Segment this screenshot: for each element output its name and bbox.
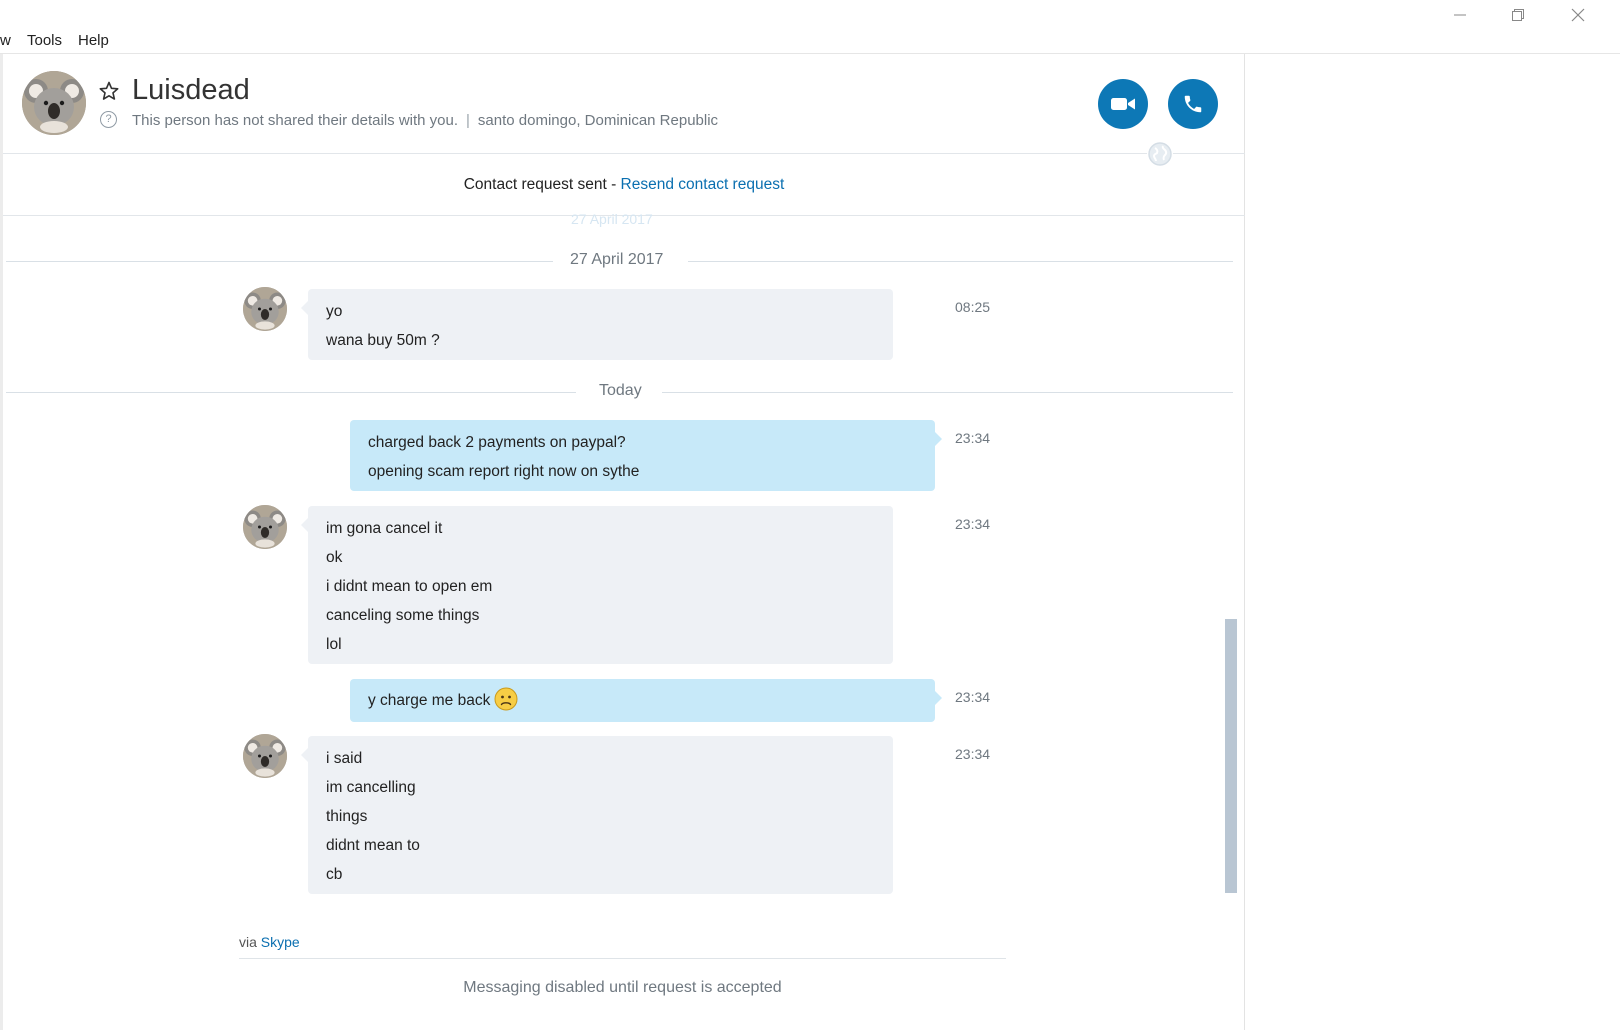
message-line: cb	[326, 866, 343, 883]
via-skype: via Skype	[239, 934, 300, 950]
date-label: Today	[599, 382, 642, 399]
message-line: i said	[326, 750, 363, 767]
footer-divider	[239, 958, 1006, 959]
contact-name: Luisdead	[132, 74, 250, 106]
message-line: wana buy 50m ?	[326, 332, 440, 349]
message-bubble-outgoing[interactable]: y charge me back	[350, 679, 942, 722]
message-line: didnt mean to	[326, 837, 420, 854]
close-icon	[1571, 8, 1585, 22]
message-line: things	[326, 808, 368, 825]
separator: |	[466, 112, 470, 129]
right-panel	[1246, 54, 1620, 1030]
sender-avatar[interactable]	[243, 734, 287, 778]
close-button[interactable]	[1550, 0, 1606, 30]
resend-request-link[interactable]: Resend contact request	[621, 176, 785, 193]
minimize-button[interactable]	[1432, 0, 1488, 30]
message-time: 23:34	[955, 516, 991, 532]
menu-item-help[interactable]: Help	[78, 32, 109, 49]
restore-button[interactable]	[1490, 0, 1546, 30]
location-text: santo domingo, Dominican Republic	[477, 112, 719, 129]
menu-item-view[interactable]: w	[0, 32, 11, 49]
sad-face-emoji-icon	[494, 687, 518, 711]
skype-link[interactable]: Skype	[261, 934, 300, 950]
message-time: 23:34	[955, 430, 991, 446]
video-camera-icon	[1111, 98, 1135, 110]
message-line: canceling some things	[326, 607, 480, 624]
message-bubble-incoming[interactable]: i said im cancelling things didnt mean t…	[301, 736, 893, 894]
request-sent-text: Contact request sent -	[463, 176, 617, 193]
message-line: im gona cancel it	[326, 520, 443, 537]
scrollbar-thumb[interactable]	[1225, 619, 1237, 893]
video-call-button[interactable]	[1098, 79, 1148, 129]
conversation-header: Luisdead ? This person has not shared th…	[3, 54, 1245, 167]
sender-avatar[interactable]	[243, 287, 287, 331]
message-bubble-incoming[interactable]: yo wana buy 50m ?	[301, 289, 893, 360]
message-line: y charge me back	[368, 687, 917, 714]
via-prefix: via	[239, 934, 257, 950]
message-line: im cancelling	[326, 779, 416, 796]
date-label: 27 April 2017	[570, 251, 664, 268]
contact-request-bar: Contact request sent - Resend contact re…	[3, 154, 1245, 216]
phone-icon	[1184, 95, 1202, 113]
menu-bar: w Tools Help	[0, 0, 1620, 54]
audio-call-button[interactable]	[1168, 79, 1218, 129]
details-text: This person has not shared their details…	[132, 112, 459, 129]
faded-date-label: 27 April 2017	[571, 211, 653, 227]
message-time: 08:25	[955, 299, 991, 315]
message-line: ok	[326, 549, 343, 566]
message-bubble-outgoing[interactable]: charged back 2 payments on paypal? openi…	[350, 420, 942, 491]
date-separator: Today	[6, 382, 1233, 402]
minimize-icon	[1454, 14, 1466, 16]
restore-icon	[1512, 9, 1524, 21]
favorite-star-icon[interactable]	[99, 81, 119, 101]
contact-avatar[interactable]	[22, 71, 86, 135]
koala-avatar-image	[243, 505, 287, 549]
message-line: yo	[326, 303, 343, 320]
contact-subline: This person has not shared their details…	[132, 112, 718, 129]
messaging-disabled-notice: Messaging disabled until request is acce…	[463, 979, 782, 996]
menu-item-tools[interactable]: Tools	[27, 32, 62, 49]
date-separator: 27 April 2017	[6, 251, 1233, 271]
chat-pane: Luisdead ? This person has not shared th…	[0, 54, 1245, 1030]
message-time: 23:34	[955, 746, 991, 762]
message-line: opening scam report right now on sythe	[368, 463, 640, 480]
koala-avatar-image	[243, 287, 287, 331]
message-time: 23:34	[955, 689, 991, 705]
message-line: charged back 2 payments on paypal?	[368, 434, 626, 451]
message-line: lol	[326, 636, 342, 653]
koala-avatar-image	[243, 734, 287, 778]
message-line: i didnt mean to open em	[326, 578, 493, 595]
message-bubble-incoming[interactable]: im gona cancel it ok i didnt mean to ope…	[301, 506, 893, 664]
message-text: y charge me back	[368, 692, 491, 709]
question-icon: ?	[100, 111, 117, 128]
koala-avatar-image	[22, 71, 86, 135]
sender-avatar[interactable]	[243, 505, 287, 549]
